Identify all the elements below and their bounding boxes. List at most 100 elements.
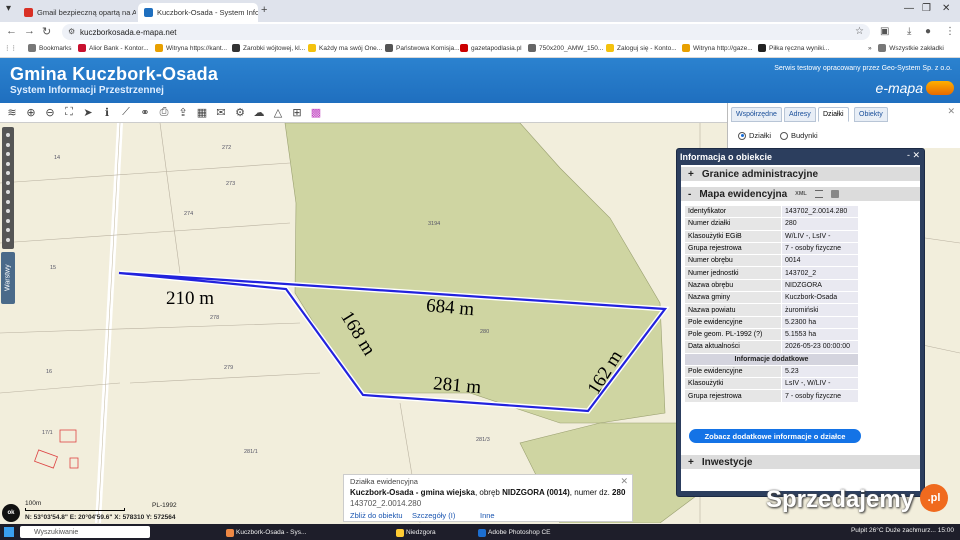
more-info-button[interactable]: Zobacz dodatkowe informacje o działce <box>689 429 861 443</box>
info-panel-controls[interactable]: - ✕ <box>907 150 920 161</box>
bookmark-item[interactable]: Państwowa Komisja... <box>385 44 460 52</box>
zoom-level-dot[interactable] <box>6 161 10 166</box>
zoom-to-object-link[interactable]: Zbliż do obiektu <box>350 511 403 520</box>
reload-icon[interactable]: ↻ <box>42 25 51 38</box>
close-window-icon[interactable]: ✕ <box>942 3 950 14</box>
triangle-icon[interactable]: △ <box>270 105 286 121</box>
layout-icon[interactable]: ▦ <box>194 105 210 121</box>
upload-icon[interactable]: ☁ <box>251 105 267 121</box>
section-inwestycje[interactable]: + Inwestycje <box>681 455 920 469</box>
section-mapa-ewidencyjna[interactable]: - Mapa ewidencyjna XML <box>681 187 920 201</box>
tab-dzialki[interactable]: Działki <box>818 107 849 122</box>
taskbar-app[interactable]: Kuczbork-Osada - Sys... <box>226 527 306 538</box>
extensions-icon[interactable]: ▣ <box>880 26 889 37</box>
settings-icon[interactable]: ⚙ <box>232 105 248 121</box>
site-icon <box>606 44 614 52</box>
bookmark-item[interactable]: Bookmarks <box>28 44 72 52</box>
new-tab-icon[interactable]: + <box>261 4 267 16</box>
tab-menu-icon[interactable]: ▾ <box>6 3 11 14</box>
bookmark-item[interactable]: Zaloguj się - Konto... <box>606 44 677 52</box>
attr-key: Klasoużytki <box>685 378 781 390</box>
zoom-level-dot[interactable] <box>6 152 10 156</box>
tab-obiekty[interactable]: Obiekty <box>854 107 888 122</box>
bookmark-label: 750x200_AMW_150... <box>539 44 604 52</box>
zoom-level-dot[interactable] <box>6 228 10 232</box>
zoom-level-dot[interactable] <box>6 199 10 204</box>
close-icon[interactable]: ✕ <box>947 106 955 117</box>
bookmark-item[interactable]: Witryna https://kant... <box>155 44 227 52</box>
collapse-icon: - <box>688 188 692 200</box>
menu-icon[interactable]: ⋮ <box>945 26 955 37</box>
zoom-level-dot[interactable] <box>6 180 10 185</box>
download-icon[interactable]: ⤓ <box>907 26 911 37</box>
pointer-icon[interactable]: ➤ <box>80 105 96 121</box>
layers-icon[interactable]: ≋ <box>4 105 20 121</box>
zoom-level-dot[interactable] <box>6 218 10 223</box>
table-row: Grupa rejestrowa 7 - osoby fizyczne <box>685 390 858 402</box>
measure-icon[interactable]: ⟋ <box>118 105 134 121</box>
zoom-level-dot[interactable] <box>6 190 10 194</box>
ok-button[interactable]: ok <box>2 504 20 522</box>
taskbar-search[interactable]: Wyszukiwanie <box>20 526 150 538</box>
radio-dzialki[interactable]: Działki <box>738 131 771 140</box>
zoom-level-dot[interactable] <box>6 133 10 137</box>
taskbar-app[interactable]: Adobe Photoshop CE <box>478 527 551 538</box>
popup-identifier: 143702_2.0014.280 <box>350 499 422 508</box>
url-field[interactable]: ⚙ kuczborkosada.e-mapa.net <box>62 24 870 40</box>
info-icon[interactable]: ℹ <box>99 105 115 121</box>
bookmark-star-icon[interactable]: ☆ <box>855 26 864 37</box>
section-granice[interactable]: + Granice administracyjne <box>681 167 920 181</box>
print-icon[interactable]: ⎙ <box>156 105 172 121</box>
bookmark-item[interactable]: Każdy ma swój One... <box>308 44 382 52</box>
bookmark-item[interactable]: Alior Bank - Kontor... <box>78 44 149 52</box>
print-icon[interactable] <box>830 190 839 198</box>
apps-icon[interactable]: ⋮⋮ <box>4 44 17 52</box>
forward-icon[interactable]: → <box>24 25 35 37</box>
zoom-extent-icon[interactable]: ⛶ <box>61 105 77 121</box>
color-icon[interactable]: ▩ <box>308 105 324 121</box>
bookmark-label: Zarobki wójtowej, kl... <box>243 44 306 52</box>
back-icon[interactable]: ← <box>6 25 17 37</box>
zoom-slider[interactable] <box>2 127 14 249</box>
export-icon[interactable]: ⇪ <box>175 105 191 121</box>
close-icon[interactable]: ✕ <box>620 476 628 487</box>
tab-kuczbork[interactable]: Kuczbork-Osada - System Infor ✕ <box>138 3 258 22</box>
bookmark-item[interactable]: 750x200_AMW_150... <box>528 44 603 52</box>
zoom-level-dot[interactable] <box>6 237 10 242</box>
attr-key: Klasoużytki EGiB <box>685 230 781 242</box>
bookmark-item[interactable]: gazetapodlasia.pl <box>460 44 522 52</box>
tab-wspolrzedne[interactable]: Współrzędne <box>731 107 782 122</box>
grid-icon[interactable]: ⊞ <box>289 105 305 121</box>
start-icon[interactable] <box>4 527 14 537</box>
comment-icon[interactable]: ✉ <box>213 105 229 121</box>
zoom-in-icon[interactable]: ⊕ <box>23 105 39 121</box>
bookmark-item[interactable]: Witryna http://gaze... <box>682 44 753 52</box>
section-label: Inwestycje <box>701 456 753 468</box>
maximize-icon[interactable]: ❐ <box>922 3 931 14</box>
site-info-icon[interactable]: ⚙ <box>68 27 75 36</box>
zoom-level-dot[interactable] <box>6 209 10 213</box>
bookmark-label: Witryna https://kant... <box>166 44 228 52</box>
zoom-level-dot[interactable] <box>6 142 10 147</box>
xml-icon[interactable]: XML <box>795 191 807 197</box>
zoom-out-icon[interactable]: ⊖ <box>42 105 58 121</box>
other-link[interactable]: Inne <box>480 511 495 520</box>
all-bookmarks[interactable]: » Wszystkie zakładki <box>868 44 944 52</box>
taskbar-app[interactable]: Niedzgora <box>396 527 436 538</box>
tab-gmail[interactable]: Gmail bezpieczną opartą na AI ✕ <box>18 3 136 22</box>
tab-adresy[interactable]: Adresy <box>784 107 816 122</box>
radio-icon <box>780 131 788 140</box>
table-row: Klasoużytki LsIV -, W/LIV - <box>685 378 858 390</box>
bookmark-item[interactable]: Piłka ręczna wyniki... <box>758 44 829 52</box>
tab-label: Gmail bezpieczną opartą na AI <box>37 8 136 17</box>
profile-icon[interactable]: ● <box>925 26 931 37</box>
link-icon[interactable]: ⚭ <box>137 105 153 121</box>
radio-budynki[interactable]: Budynki <box>780 131 818 140</box>
details-link[interactable]: Szczegóły (I) <box>412 511 455 520</box>
minimize-icon[interactable]: — <box>904 3 914 14</box>
attr-key: Identyfikator <box>685 206 781 218</box>
zoom-level-dot[interactable] <box>6 171 10 175</box>
bookmark-item[interactable]: Zarobki wójtowej, kl... <box>232 44 305 52</box>
layers-tab[interactable]: Warstwy <box>1 252 15 304</box>
list-icon[interactable] <box>814 190 823 198</box>
